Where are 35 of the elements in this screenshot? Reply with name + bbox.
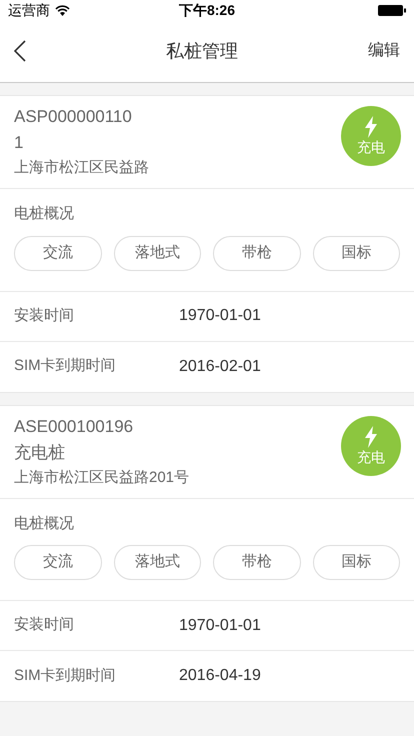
battery-icon	[378, 4, 406, 16]
field-value: 2016-04-19	[179, 666, 261, 686]
section-label: 电桩概况	[14, 204, 75, 224]
badge-label: 充电	[357, 138, 385, 156]
field-label: SIM卡到期时间	[14, 356, 117, 376]
pile-id-text: 充电桩	[14, 442, 66, 464]
lightning-icon	[364, 116, 378, 138]
feature-tag: 国标	[312, 236, 400, 270]
field-label: 安装时间	[14, 306, 75, 326]
clock-text: 下午8:26	[178, 0, 236, 20]
badge-label: 充电	[357, 448, 385, 466]
feature-tag: 落地式	[114, 545, 201, 580]
address-text: 上海市松江区民益路	[14, 158, 149, 178]
pile-id-text: 1	[14, 132, 24, 154]
feature-tag: 国标	[312, 545, 400, 580]
feature-tag: 带枪	[213, 236, 300, 270]
field-label: 安装时间	[14, 615, 75, 636]
feature-tag: 交流	[14, 236, 102, 270]
carrier-text: 运营商	[8, 0, 50, 20]
edit-button[interactable]: 编辑	[350, 39, 400, 63]
field-value: 2016-02-01	[179, 356, 261, 376]
feature-tag: 带枪	[213, 545, 300, 580]
field-value: 1970-01-01	[179, 616, 261, 636]
feature-tag: 落地式	[114, 236, 201, 270]
pile-id-text: ASE000100196	[14, 416, 134, 438]
wifi-icon	[55, 4, 70, 16]
address-text: 上海市松江区民益路201号	[14, 468, 190, 488]
back-icon	[14, 40, 26, 62]
section-label: 电桩概况	[14, 514, 75, 534]
feature-tag: 交流	[14, 545, 102, 580]
lightning-icon	[364, 426, 378, 448]
field-value: 1970-01-01	[179, 306, 261, 326]
page-title: 私桩管理	[166, 40, 238, 62]
pile-id-text: ASP000000110	[14, 106, 133, 128]
field-label: SIM卡到期时间	[14, 666, 117, 686]
